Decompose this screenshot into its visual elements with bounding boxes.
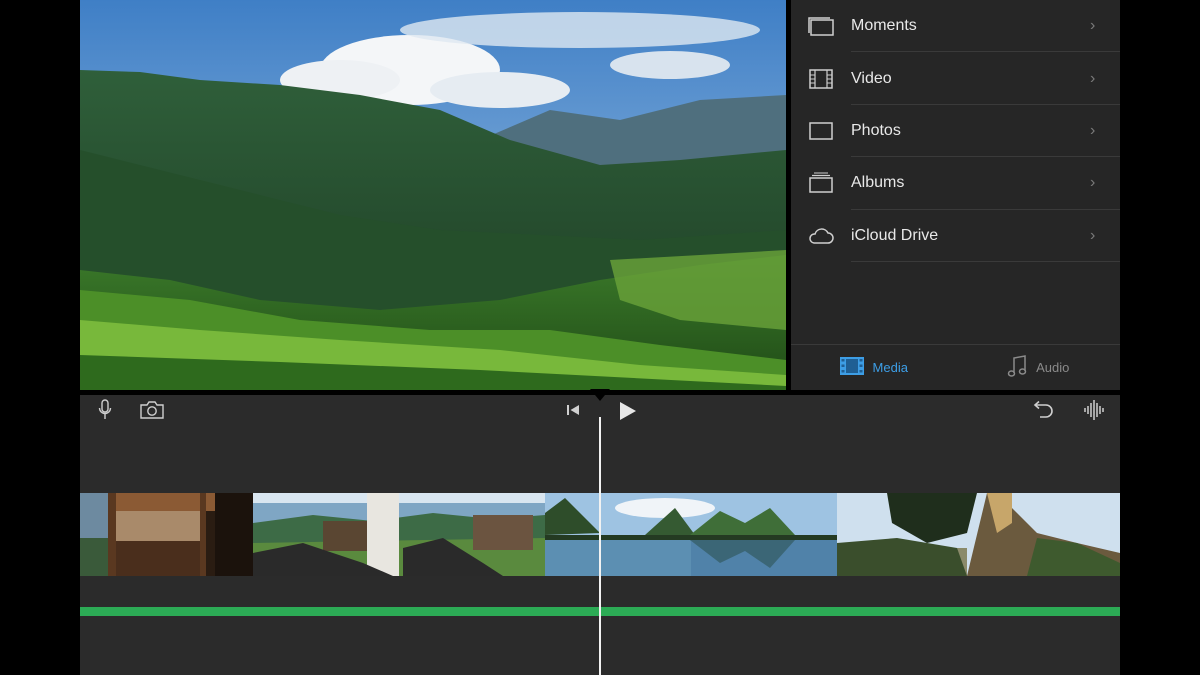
media-source-label: Albums [851, 174, 905, 192]
tab-audio[interactable]: Audio [956, 345, 1121, 390]
photo-frame-icon [791, 121, 851, 141]
media-source-photos[interactable]: Photos › [791, 105, 1120, 158]
chevron-right-icon: › [1090, 17, 1096, 35]
chevron-right-icon: › [1090, 121, 1096, 139]
cloud-icon [791, 226, 851, 246]
play-icon [618, 400, 638, 427]
media-source-list: Moments › Video › Photos › Albums › iClo… [791, 0, 1120, 263]
media-source-video[interactable]: Video › [791, 52, 1120, 106]
camera-button[interactable] [138, 400, 166, 424]
clip-thumbnail-karst-lake [545, 493, 837, 576]
media-source-moments[interactable]: Moments › [791, 0, 1120, 53]
media-source-label: Moments [851, 17, 917, 35]
timeline[interactable] [80, 389, 1120, 675]
video-clip[interactable] [545, 493, 837, 576]
preview-landscape-image [80, 0, 786, 390]
video-clip[interactable] [837, 493, 1120, 576]
tab-media-label: Media [872, 360, 908, 375]
chevron-right-icon: › [1090, 69, 1096, 87]
tab-media[interactable]: Media [791, 345, 956, 390]
playhead-marker [590, 389, 610, 401]
skip-to-start-icon [565, 402, 581, 423]
clip-thumbnail-hammock [253, 493, 545, 576]
media-browser-tabs: Media Audio [791, 344, 1120, 390]
media-source-albums[interactable]: Albums › [791, 157, 1120, 210]
albums-icon [791, 172, 851, 194]
media-source-label: iCloud Drive [851, 226, 939, 244]
skip-to-start-button[interactable] [562, 401, 584, 423]
film-icon [791, 68, 851, 90]
undo-icon [1031, 400, 1055, 425]
chevron-right-icon: › [1090, 226, 1096, 244]
clip-thumbnail-pavilion [80, 493, 253, 576]
chevron-right-icon: › [1090, 174, 1096, 192]
media-source-label: Photos [851, 121, 901, 139]
media-source-icloud-drive[interactable]: iCloud Drive › [791, 210, 1120, 263]
audio-waveform-icon [1083, 399, 1105, 426]
video-preview[interactable] [80, 0, 786, 390]
playhead[interactable] [599, 417, 601, 675]
media-browser-panel: Moments › Video › Photos › Albums › iClo… [791, 0, 1120, 390]
music-note-icon [1006, 354, 1028, 381]
undo-button[interactable] [1030, 400, 1056, 424]
media-source-label: Video [851, 69, 892, 87]
camera-icon [139, 400, 165, 425]
tab-audio-label: Audio [1036, 360, 1070, 375]
microphone-button[interactable] [94, 398, 116, 426]
clip-thumbnail-mountain-cliff [837, 493, 1120, 576]
video-clip[interactable] [253, 493, 545, 576]
play-button[interactable] [616, 400, 640, 426]
microphone-icon [98, 398, 112, 426]
film-icon [839, 356, 865, 379]
audio-waveform-button[interactable] [1081, 399, 1107, 426]
moments-icon [791, 15, 851, 37]
video-clip[interactable] [80, 493, 253, 576]
